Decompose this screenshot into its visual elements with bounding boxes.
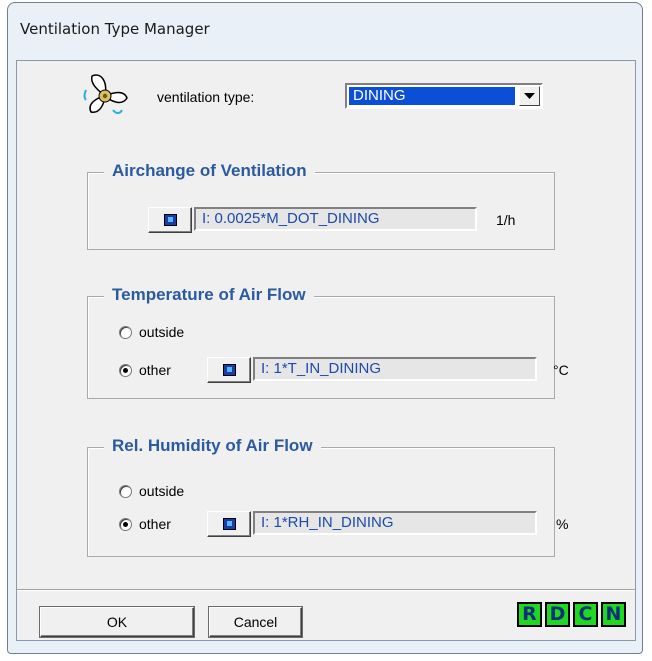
temperature-outside-label: outside bbox=[139, 324, 185, 340]
footer-separator bbox=[17, 589, 635, 591]
humidity-edit-button[interactable] bbox=[207, 511, 251, 537]
temperature-edit-button[interactable] bbox=[207, 357, 251, 383]
ventilation-type-label: ventilation type: bbox=[157, 89, 255, 105]
airchange-field[interactable]: I: 0.0025*M_DOT_DINING bbox=[194, 207, 477, 231]
humidity-other-label: other bbox=[139, 516, 171, 532]
humidity-other-radio[interactable] bbox=[119, 518, 132, 531]
temperature-outside-radio[interactable] bbox=[119, 326, 132, 339]
ventilation-type-select[interactable]: DINING bbox=[345, 83, 543, 109]
temperature-field[interactable]: I: 1*T_IN_DINING bbox=[253, 357, 537, 381]
airchange-unit: 1/h bbox=[496, 212, 516, 228]
n-tool-button[interactable]: N bbox=[601, 602, 626, 627]
temperature-other-label: other bbox=[139, 362, 171, 378]
temperature-unit: °C bbox=[553, 362, 569, 378]
humidity-outside-label: outside bbox=[139, 483, 185, 499]
ok-button[interactable]: OK bbox=[40, 607, 194, 637]
r-tool-button[interactable]: R bbox=[517, 602, 542, 627]
temperature-title: Temperature of Air Flow bbox=[104, 285, 314, 305]
window-title: Ventilation Type Manager bbox=[20, 20, 210, 38]
edit-formula-icon bbox=[223, 518, 236, 530]
edit-formula-icon bbox=[223, 364, 236, 376]
temperature-group: Temperature of Air Flow bbox=[87, 285, 555, 399]
airchange-title: Airchange of Ventilation bbox=[104, 161, 315, 181]
humidity-unit: % bbox=[556, 516, 569, 532]
temperature-other-radio[interactable] bbox=[119, 364, 132, 377]
humidity-group: Rel. Humidity of Air Flow bbox=[87, 436, 555, 557]
airchange-edit-button[interactable] bbox=[148, 207, 192, 233]
humidity-title: Rel. Humidity of Air Flow bbox=[104, 436, 321, 456]
cancel-button[interactable]: Cancel bbox=[209, 607, 302, 637]
c-tool-button[interactable]: C bbox=[573, 602, 598, 627]
dropdown-button[interactable] bbox=[519, 86, 540, 106]
humidity-outside-radio[interactable] bbox=[119, 485, 132, 498]
fan-icon bbox=[80, 70, 130, 122]
ventilation-type-value: DINING bbox=[349, 87, 515, 105]
edit-formula-icon bbox=[164, 214, 177, 226]
d-tool-button[interactable]: D bbox=[545, 602, 570, 627]
humidity-field[interactable]: I: 1*RH_IN_DINING bbox=[253, 511, 537, 535]
chevron-down-icon bbox=[524, 93, 535, 99]
